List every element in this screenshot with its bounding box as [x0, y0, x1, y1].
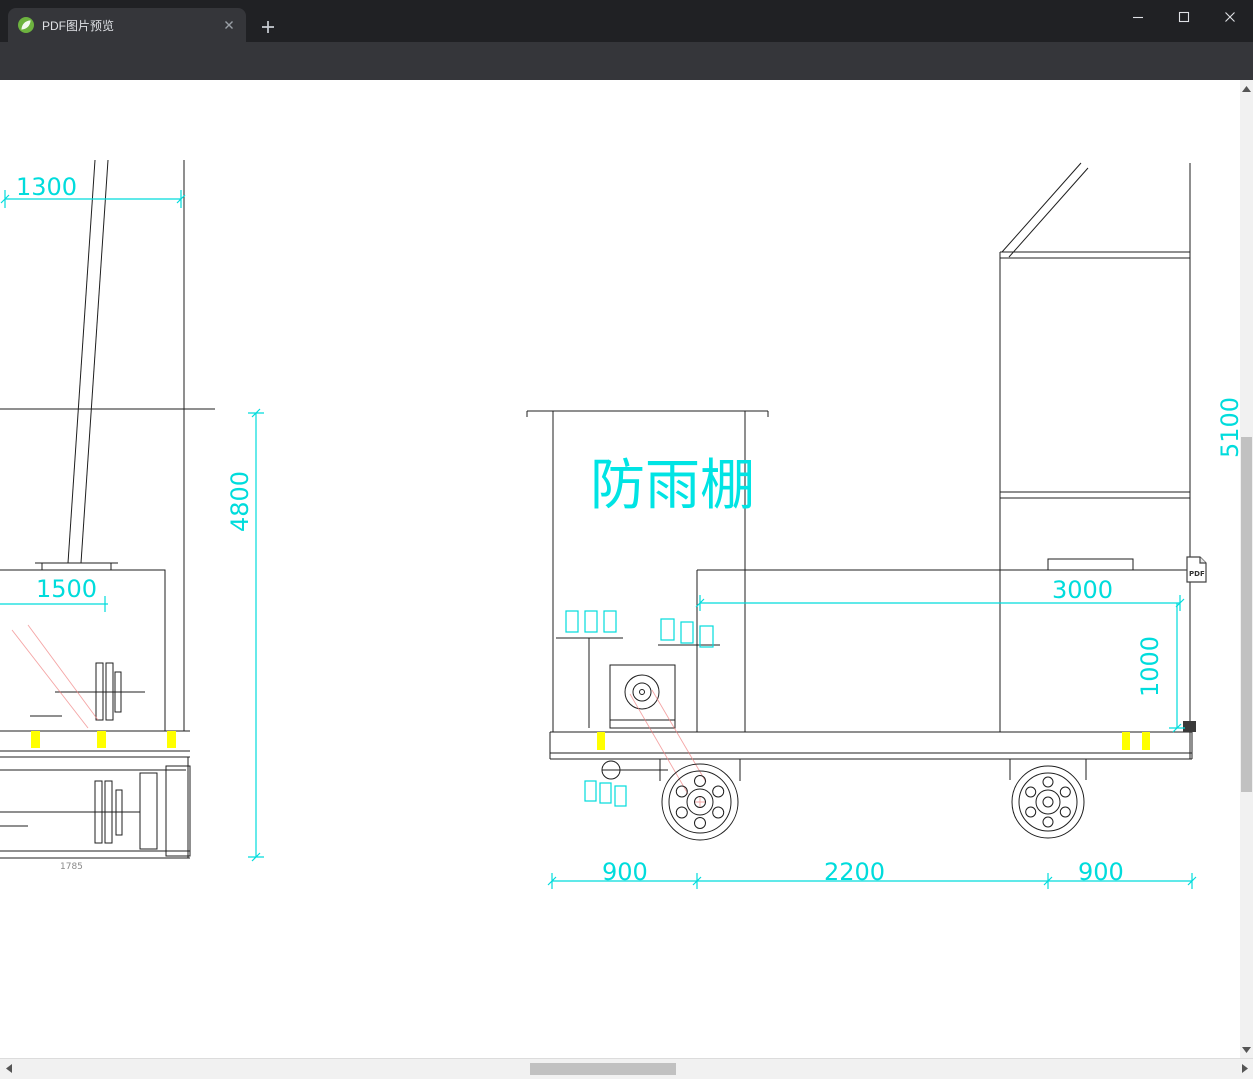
cad-highlights: [31, 731, 1150, 750]
tab-strip: PDF图片预览: [0, 0, 1253, 42]
dim-frame-height: 5100: [1216, 397, 1240, 458]
dim-detail-note: 1785: [60, 862, 83, 872]
dim-front-overhang: 900: [602, 858, 648, 886]
horizontal-scrollbar[interactable]: [0, 1058, 1253, 1079]
dim-hopper-width: 1500: [36, 575, 97, 603]
browser-toolbar: localhost:8012/onlinePreview?url=http%3A…: [0, 42, 1253, 118]
scroll-up-arrow-icon[interactable]: [1240, 82, 1253, 95]
dim-overall-height: 4800: [226, 471, 254, 532]
browser-window: PDF图片预览 1300 4800 1500 防雨棚 5100 3000 100…: [0, 0, 1253, 1079]
browser-tab[interactable]: PDF图片预览: [8, 8, 246, 42]
window-close-button[interactable]: [1207, 0, 1253, 34]
window-minimize-button[interactable]: [1115, 0, 1161, 34]
horizontal-scroll-thumb[interactable]: [530, 1063, 676, 1075]
dim-platform-height: 1000: [1136, 636, 1164, 697]
new-tab-button[interactable]: [254, 13, 282, 41]
vertical-scroll-thumb[interactable]: [1241, 437, 1252, 792]
scroll-right-arrow-icon[interactable]: [1238, 1062, 1251, 1075]
dim-overall-width: 1300: [16, 173, 77, 201]
window-maximize-button[interactable]: [1161, 0, 1207, 34]
cad-drawing: 1300 4800 1500 防雨棚 5100 3000 1000 900 22…: [0, 160, 1240, 889]
vertical-scrollbar[interactable]: [1240, 80, 1253, 1058]
spring-leaf-icon: [18, 17, 34, 33]
dim-rear-overhang: 900: [1078, 858, 1124, 886]
dim-platform-length: 3000: [1052, 576, 1113, 604]
pdf-file-icon[interactable]: PDF: [1185, 556, 1208, 583]
scroll-left-arrow-icon[interactable]: [2, 1062, 15, 1075]
tab-close-icon[interactable]: [220, 16, 238, 34]
cad-wheels: [661, 763, 1085, 841]
dwg-preview-canvas: 1300 4800 1500 防雨棚 5100 3000 1000 900 22…: [0, 80, 1240, 1058]
cad-left-view: [0, 160, 215, 859]
shelter-label: 防雨棚: [590, 453, 755, 517]
pdf-badge-text: PDF: [1189, 570, 1205, 578]
tab-title: PDF图片预览: [42, 18, 115, 33]
scroll-down-arrow-icon[interactable]: [1240, 1043, 1253, 1056]
dim-wheel-base: 2200: [824, 858, 885, 886]
cad-right-view: [696, 162, 1196, 759]
